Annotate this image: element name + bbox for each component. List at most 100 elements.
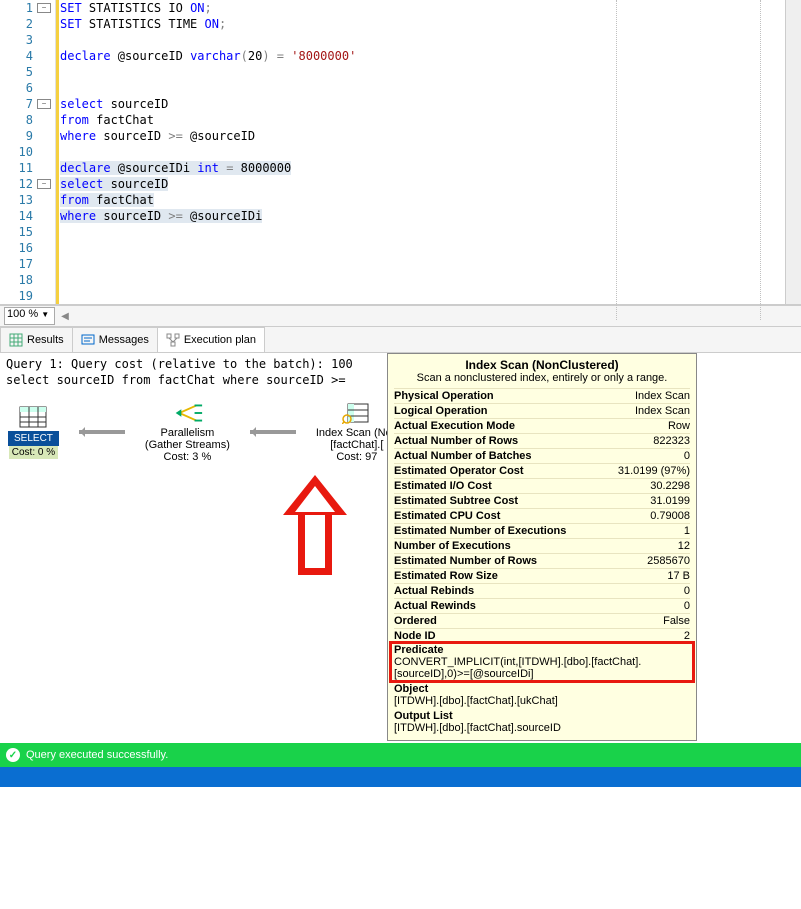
tooltip-predicate-title: Predicate — [394, 644, 690, 656]
tooltip-property-row: Physical OperationIndex Scan — [394, 388, 690, 403]
code-line[interactable]: select sourceID — [56, 96, 785, 112]
code-line[interactable]: where sourceID >= @sourceIDi — [56, 208, 785, 224]
execution-plan-panel[interactable]: Query 1: Query cost (relative to the bat… — [0, 353, 801, 743]
code-line[interactable]: from factChat — [56, 192, 785, 208]
tooltip-property-row: Actual Number of Batches0 — [394, 448, 690, 463]
tab-results-label: Results — [27, 334, 64, 346]
tooltip-predicate-body: CONVERT_IMPLICIT(int,[ITDWH].[dbo].[fact… — [394, 656, 690, 680]
plan-indexscan-cost: Cost: 97 — [336, 451, 377, 463]
tooltip-property-row: Estimated Operator Cost31.0199 (97%) — [394, 463, 690, 478]
code-line[interactable]: select sourceID — [56, 176, 785, 192]
tab-plan-label: Execution plan — [184, 334, 256, 346]
code-line[interactable]: from factChat — [56, 112, 785, 128]
fold-toggle[interactable]: − — [37, 3, 51, 13]
line-number: 15 — [5, 225, 33, 239]
tab-messages-label: Messages — [99, 334, 149, 346]
tooltip-property-label: Number of Executions — [394, 540, 511, 552]
tooltip-property-label: Estimated Subtree Cost — [394, 495, 518, 507]
tooltip-property-row: Actual Rewinds0 — [394, 598, 690, 613]
tooltip-predicate-section: Predicate CONVERT_IMPLICIT(int,[ITDWH].[… — [392, 644, 692, 680]
grid-icon — [9, 333, 23, 347]
tooltip-property-label: Estimated CPU Cost — [394, 510, 500, 522]
tooltip-property-value: False — [663, 615, 690, 627]
status-bar: ✓ Query executed successfully. — [0, 743, 801, 767]
gutter-line: 12− — [0, 176, 55, 192]
line-number: 3 — [5, 33, 33, 47]
code-line[interactable] — [56, 32, 785, 48]
annotation-red-arrow — [298, 475, 347, 575]
editor-scrollbar[interactable] — [785, 0, 801, 304]
tooltip-property-value: Index Scan — [635, 390, 690, 402]
results-tabs: Results Messages Execution plan — [0, 327, 801, 353]
plan-node-select[interactable]: SELECT Cost: 0 % — [8, 405, 59, 459]
parallelism-icon — [170, 401, 204, 425]
code-line[interactable] — [56, 272, 785, 288]
tab-messages[interactable]: Messages — [72, 327, 158, 352]
gutter-line: 13 — [0, 192, 55, 208]
code-line[interactable]: declare @sourceID varchar(20) = '8000000… — [56, 48, 785, 64]
gutter-line: 9 — [0, 128, 55, 144]
tooltip-property-label: Estimated Number of Rows — [394, 555, 537, 567]
line-number: 16 — [5, 241, 33, 255]
plan-parallelism-sub: (Gather Streams) — [145, 439, 230, 451]
tooltip-property-value: 822323 — [653, 435, 690, 447]
line-number: 6 — [5, 81, 33, 95]
tab-results[interactable]: Results — [0, 327, 73, 352]
plan-node-parallelism[interactable]: Parallelism (Gather Streams) Cost: 3 % — [145, 401, 230, 463]
code-line[interactable] — [56, 64, 785, 80]
message-icon — [81, 333, 95, 347]
code-area[interactable]: SET STATISTICS IO ON;SET STATISTICS TIME… — [56, 0, 785, 304]
tooltip-property-value: 2 — [684, 630, 690, 642]
plan-select-cost: Cost: 0 % — [9, 446, 58, 459]
code-line[interactable] — [56, 288, 785, 304]
collapse-arrow-icon[interactable]: ◀ — [61, 311, 69, 322]
tooltip-property-row: Actual Rebinds0 — [394, 583, 690, 598]
gutter-line: 19 — [0, 288, 55, 304]
tooltip-property-label: Ordered — [394, 615, 437, 627]
plan-connector — [79, 431, 125, 433]
line-number: 13 — [5, 193, 33, 207]
code-line[interactable]: declare @sourceIDi int = 8000000 — [56, 160, 785, 176]
tooltip-property-value: 30.2298 — [650, 480, 690, 492]
status-text: Query executed successfully. — [26, 749, 168, 761]
line-number: 1 — [5, 1, 33, 15]
code-line[interactable]: SET STATISTICS IO ON; — [56, 0, 785, 16]
gutter-line: 3 — [0, 32, 55, 48]
gutter-line: 15 — [0, 224, 55, 240]
line-number: 17 — [5, 257, 33, 271]
tooltip-output-section: Output List [ITDWH].[dbo].[factChat].sou… — [394, 710, 690, 734]
code-line[interactable] — [56, 80, 785, 96]
tooltip-property-row: Estimated Number of Executions1 — [394, 523, 690, 538]
code-line[interactable] — [56, 224, 785, 240]
fold-toggle[interactable]: − — [37, 99, 51, 109]
code-line[interactable] — [56, 240, 785, 256]
tab-execution-plan[interactable]: Execution plan — [157, 327, 265, 352]
tooltip-property-row: Actual Execution ModeRow — [394, 418, 690, 433]
fold-toggle[interactable]: − — [37, 179, 51, 189]
line-number: 10 — [5, 145, 33, 159]
code-line[interactable]: SET STATISTICS TIME ON; — [56, 16, 785, 32]
code-line[interactable] — [56, 256, 785, 272]
zoom-select[interactable]: 100 %▼ — [4, 307, 55, 325]
plan-parallelism-title: Parallelism — [160, 427, 214, 439]
tooltip-property-label: Estimated Number of Executions — [394, 525, 566, 537]
tooltip-property-value: 2585670 — [647, 555, 690, 567]
gutter-line: 8 — [0, 112, 55, 128]
plan-select-label: SELECT — [8, 431, 59, 446]
sql-editor[interactable]: 1−234567−89101112−13141516171819 SET STA… — [0, 0, 801, 305]
plan-node-indexscan[interactable]: Index Scan (Non [factChat].[ Cost: 97 — [316, 401, 398, 463]
tooltip-property-label: Actual Number of Rows — [394, 435, 518, 447]
tooltip-property-row: Node ID2 — [394, 628, 690, 643]
code-line[interactable]: where sourceID >= @sourceID — [56, 128, 785, 144]
zoom-bar: 100 %▼ ◀ — [0, 305, 801, 327]
line-gutter: 1−234567−89101112−13141516171819 — [0, 0, 56, 304]
tooltip-object-title: Object — [394, 683, 690, 695]
gutter-line: 14 — [0, 208, 55, 224]
code-line[interactable] — [56, 144, 785, 160]
tooltip-property-row: Estimated CPU Cost0.79008 — [394, 508, 690, 523]
tooltip-property-label: Actual Execution Mode — [394, 420, 515, 432]
gutter-line: 7− — [0, 96, 55, 112]
line-number: 4 — [5, 49, 33, 63]
tooltip-property-value: 17 B — [667, 570, 690, 582]
tooltip-property-label: Actual Number of Batches — [394, 450, 532, 462]
